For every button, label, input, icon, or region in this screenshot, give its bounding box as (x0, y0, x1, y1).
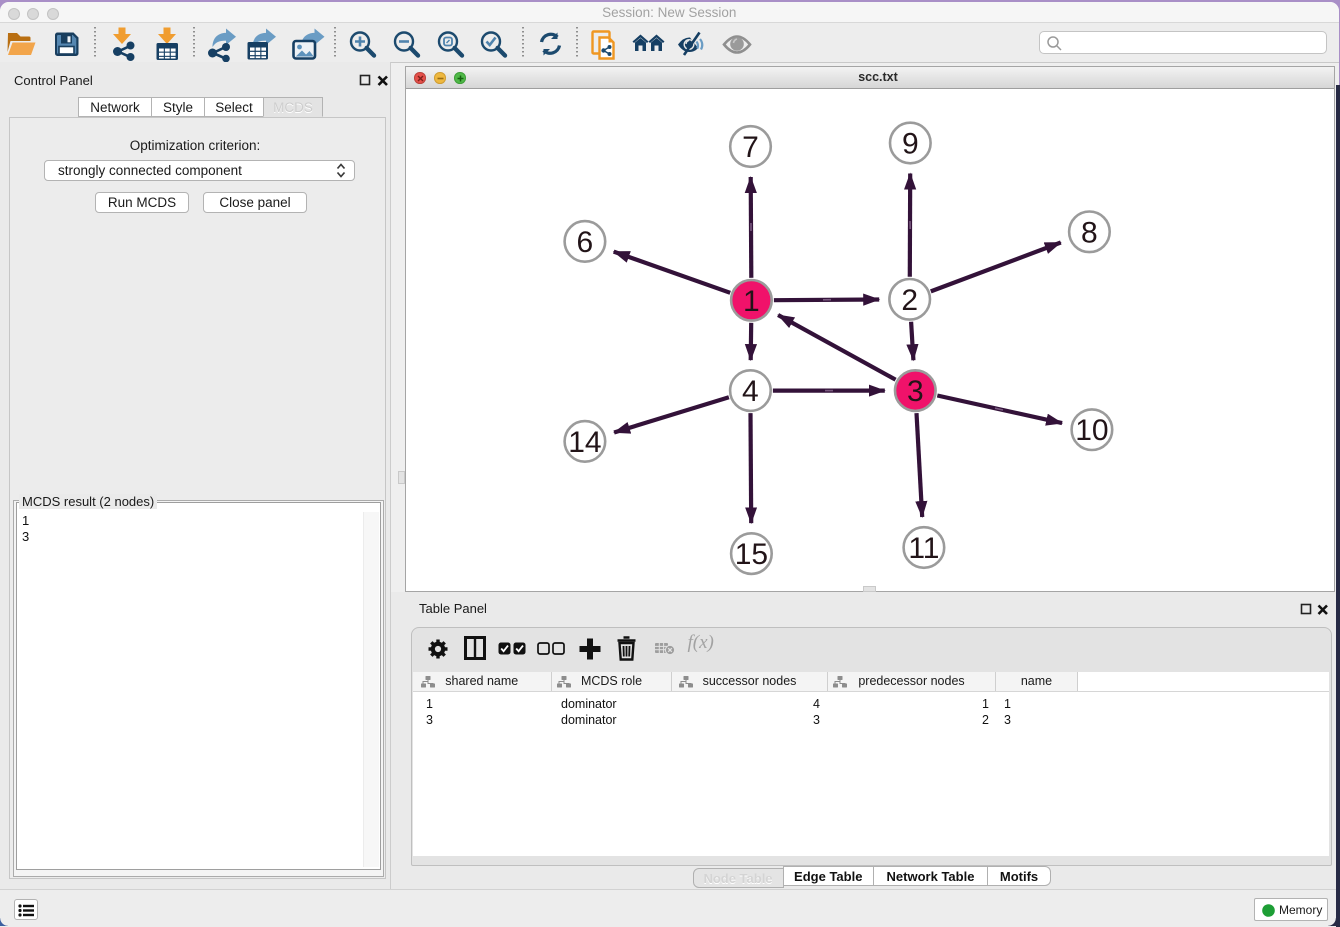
svg-text:7: 7 (742, 131, 759, 164)
svg-text:2: 2 (901, 284, 918, 317)
svg-text:3: 3 (907, 375, 924, 408)
svg-text:4: 4 (742, 375, 759, 408)
svg-text:8: 8 (1081, 216, 1098, 249)
svg-text:14: 14 (568, 426, 601, 459)
svg-text:11: 11 (908, 532, 939, 565)
svg-text:1: 1 (743, 285, 760, 318)
svg-text:9: 9 (902, 128, 919, 161)
svg-text:15: 15 (735, 538, 768, 571)
svg-text:6: 6 (577, 226, 594, 259)
svg-text:10: 10 (1075, 414, 1108, 447)
